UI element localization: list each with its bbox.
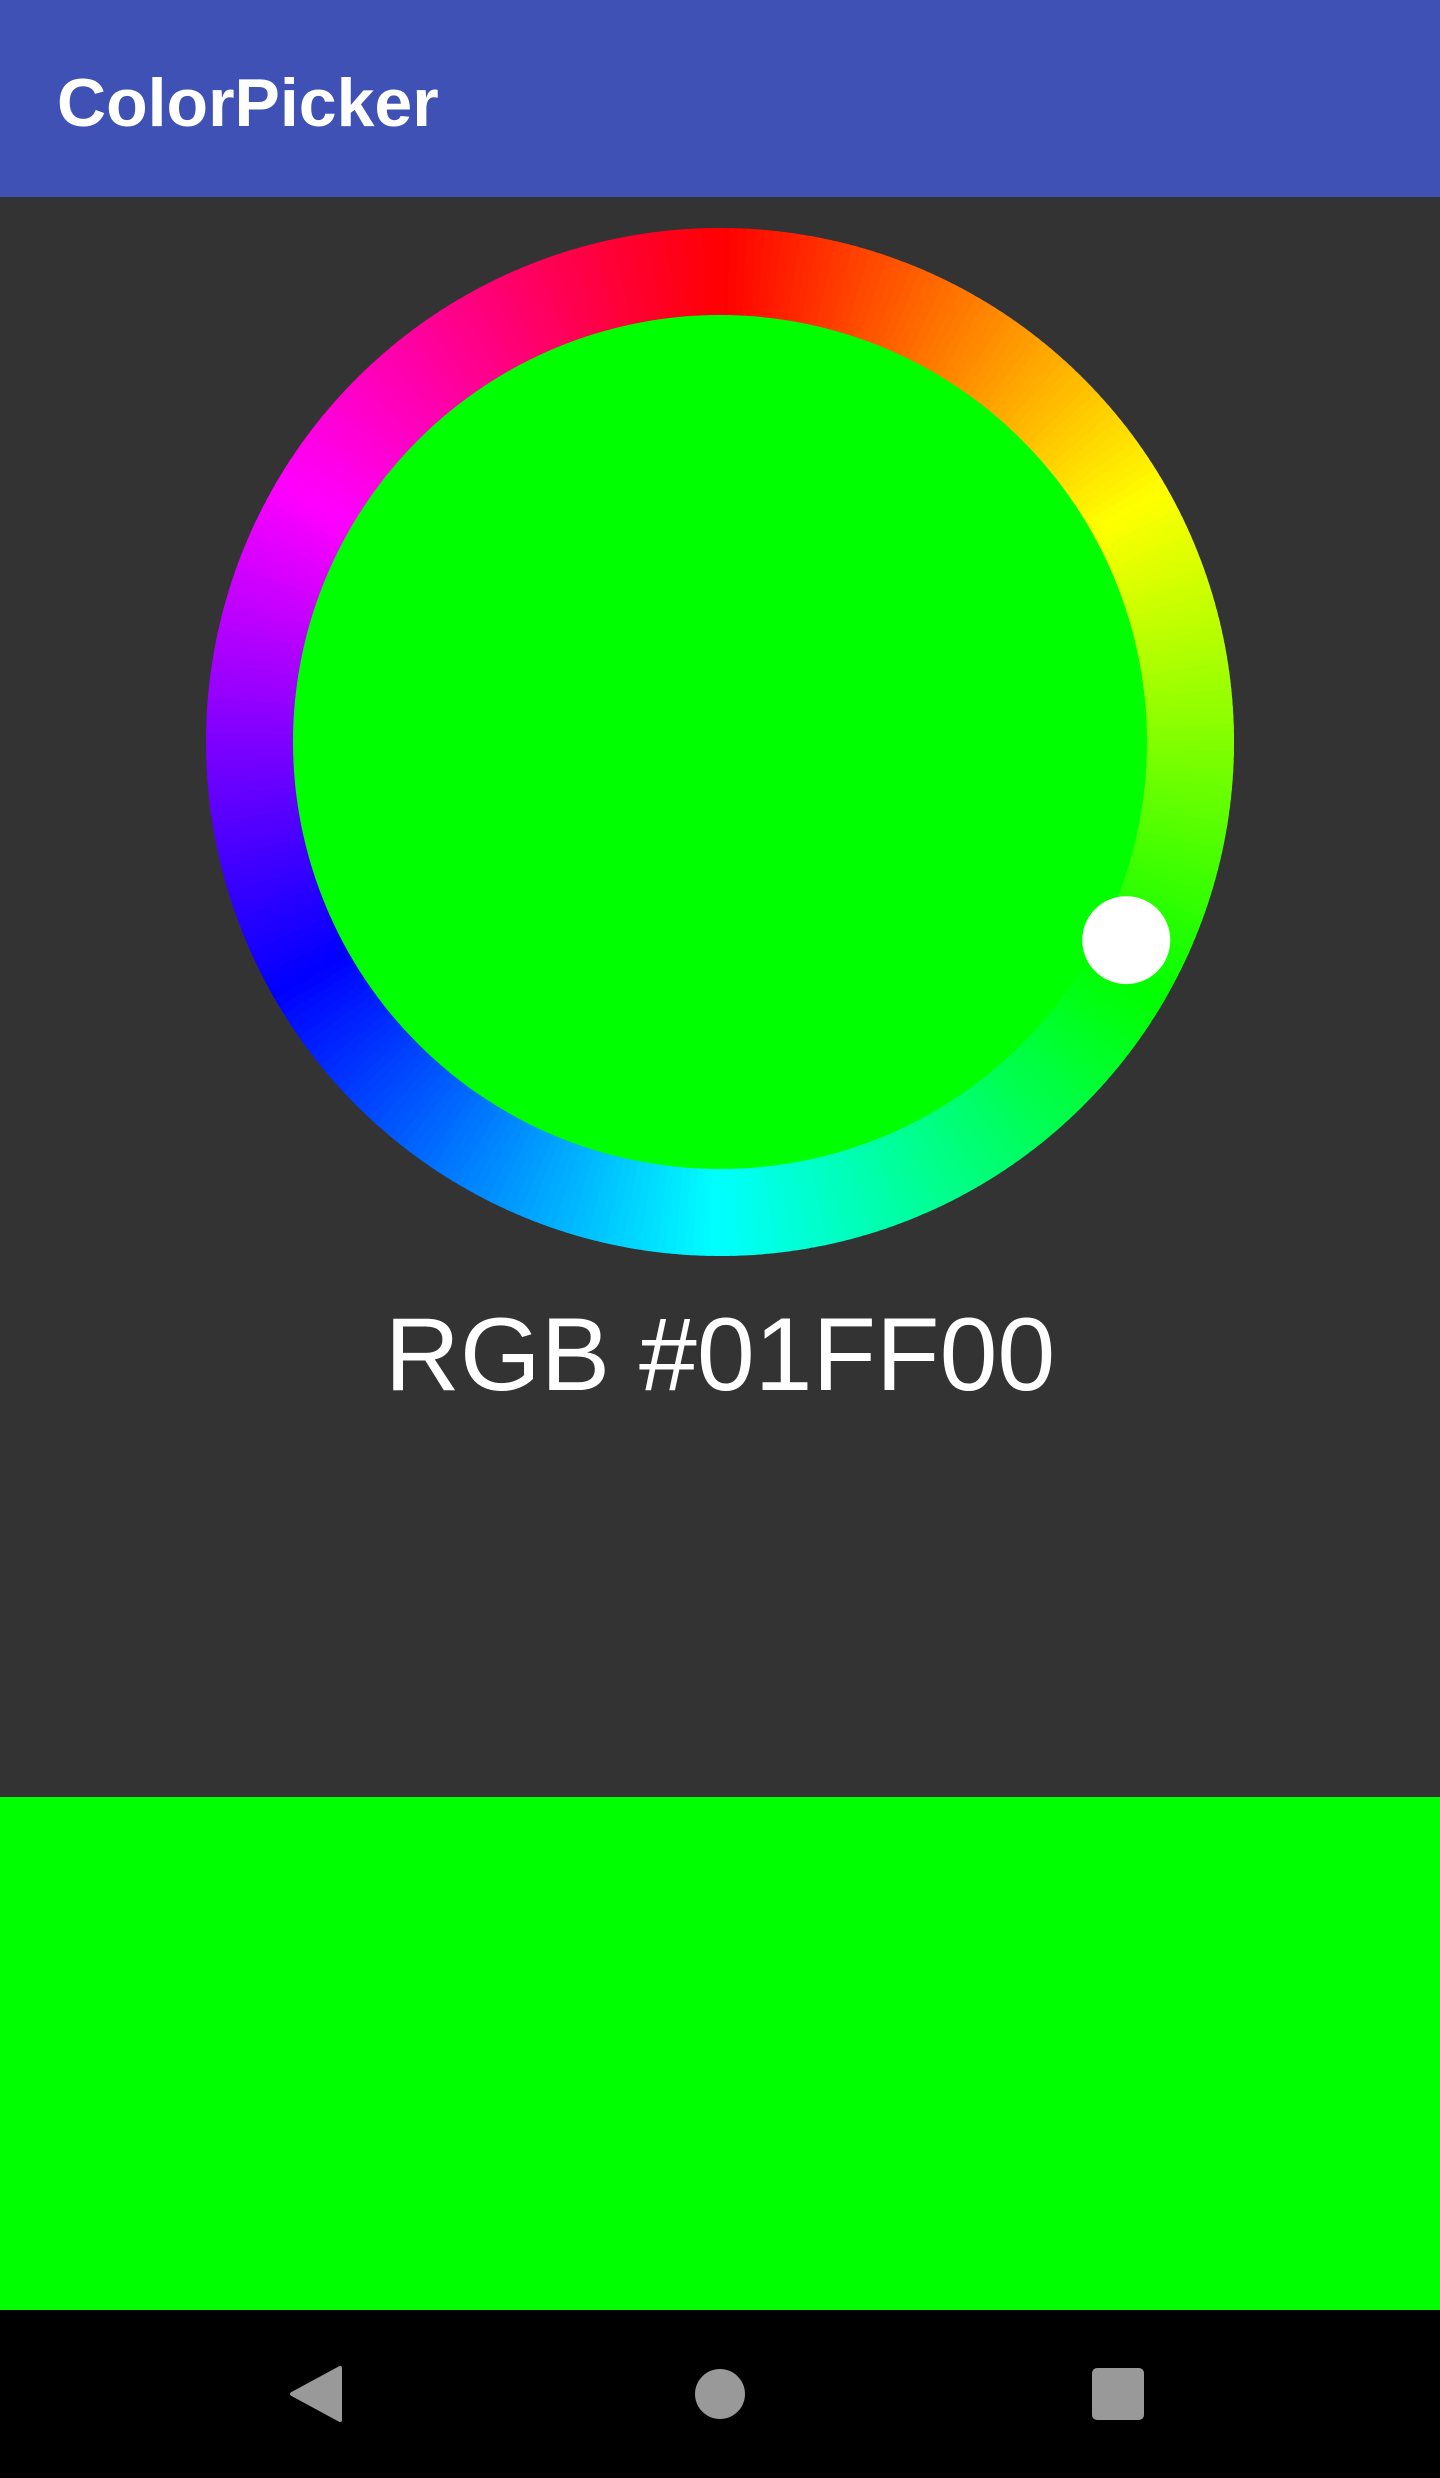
app-bar: ColorPicker [0, 0, 1440, 197]
app-title: ColorPicker [57, 65, 439, 141]
hue-ring-segment[interactable] [711, 228, 726, 318]
home-button[interactable] [636, 2310, 804, 2478]
recents-button[interactable] [1034, 2310, 1202, 2478]
selected-color-disc[interactable] [293, 315, 1147, 1169]
hue-thumb[interactable] [1082, 896, 1171, 985]
color-wheel-graphic[interactable] [206, 228, 1234, 1256]
home-icon [695, 2369, 745, 2419]
recents-icon [1092, 2368, 1144, 2420]
back-icon [290, 2366, 342, 2422]
color-wheel[interactable] [206, 228, 1234, 1256]
color-preview [0, 1797, 1440, 2310]
rgb-hex-label: RGB #01FF00 [384, 1297, 1056, 1413]
navigation-bar [0, 2310, 1440, 2478]
back-button[interactable] [234, 2310, 402, 2478]
screen: ColorPicker RGB #01FF00 [0, 0, 1440, 2478]
